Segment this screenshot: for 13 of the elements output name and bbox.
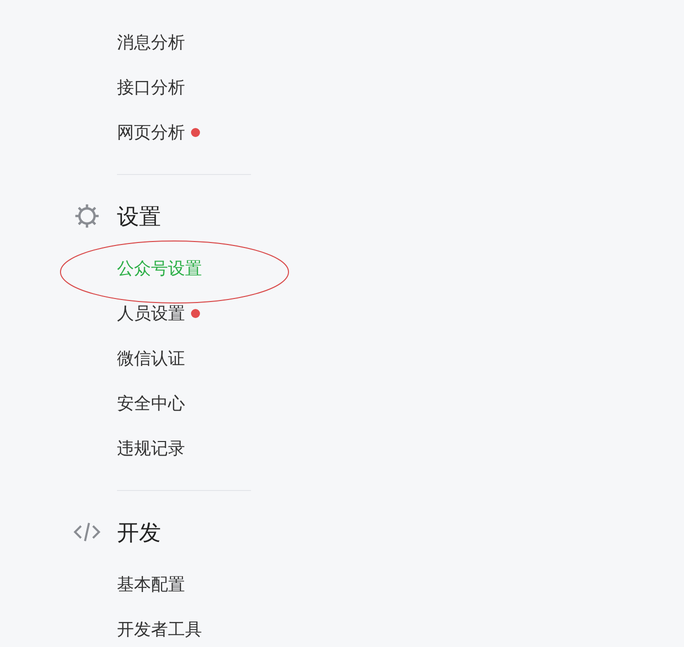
menu-item[interactable]: 微信认证 — [117, 346, 185, 372]
gear-icon — [73, 202, 101, 230]
menu-item[interactable]: 基本配置 — [117, 572, 185, 598]
menu-item[interactable]: 接口分析 — [117, 74, 185, 100]
menu-item[interactable]: 违规记录 — [117, 436, 185, 462]
menu-item[interactable]: 安全中心 — [117, 390, 185, 416]
menu-item[interactable]: 人员设置 — [117, 300, 185, 326]
menu-item[interactable]: 消息分析 — [117, 30, 185, 56]
section-title: 设置 — [117, 202, 161, 230]
menu-item[interactable]: 开发者工具 — [117, 616, 202, 642]
code-icon — [73, 521, 101, 543]
menu-item[interactable]: 网页分析 — [117, 120, 185, 146]
section-title: 开发 — [117, 518, 161, 546]
